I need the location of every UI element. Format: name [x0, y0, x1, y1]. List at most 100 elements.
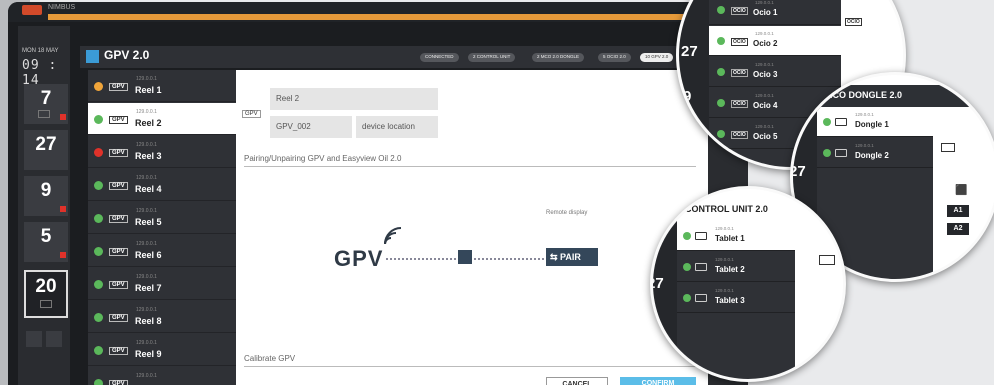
reel-list-item[interactable]: GPV 129.0.0.1 Reel 4: [88, 169, 236, 201]
connection-line: [386, 258, 456, 260]
control-side-area: [795, 221, 843, 379]
reel-name: Reel 7: [135, 283, 162, 293]
pair-button[interactable]: ⇆ PAIR: [546, 248, 598, 266]
ocio-list-item[interactable]: OCIO 129.0.0.1 Ocio 1: [709, 0, 841, 25]
tablet-list-item[interactable]: 129.0.0.1 Tablet 2: [677, 252, 795, 282]
link-icon: [458, 250, 472, 264]
ip-address: 129.0.0.1: [855, 143, 874, 148]
reel-list-item[interactable]: GPV 129.0.0.1 Reel 1: [88, 70, 236, 102]
reel-list: GPV 129.0.0.1 Reel 1 GPV 129.0.0.1 Reel 2 GPV 1…: [88, 70, 236, 385]
ocio-list-item[interactable]: OCIO 129.0.0.1 Ocio 2: [709, 26, 841, 56]
tablet-icon: [819, 255, 835, 265]
status-pill[interactable]: 5 OCIO 2.0: [598, 53, 631, 62]
pair-label: PAIR: [560, 252, 581, 262]
cancel-button[interactable]: CANCEL: [546, 377, 608, 385]
device-name: Ocio 3: [753, 70, 778, 79]
reel-name: Reel 6: [135, 250, 162, 260]
ip-address: 129.0.0.1: [755, 93, 774, 98]
device-location-field[interactable]: device location: [356, 116, 438, 138]
device-id-field[interactable]: GPV_002: [270, 116, 352, 138]
day-tile-selected[interactable]: 20: [24, 270, 68, 318]
reel-list-item[interactable]: GPV 129.0.0.1: [88, 367, 236, 385]
status-dot: [94, 247, 103, 256]
status-dot: [717, 37, 725, 45]
device-name: Tablet 3: [715, 296, 745, 305]
reel-list-item[interactable]: GPV 129.0.0.1 Reel 9: [88, 334, 236, 366]
divider: [244, 366, 696, 367]
reel-list-item[interactable]: GPV 129.0.0.1 Reel 3: [88, 136, 236, 168]
device-name: Dongle 2: [855, 151, 889, 160]
status-pill-active[interactable]: 10 GPV 2.0: [640, 53, 674, 62]
monitor-icon: [40, 300, 52, 308]
day-number: 27: [35, 134, 57, 155]
device-tag: OCIO: [731, 38, 748, 46]
tablet-icon: [695, 294, 707, 302]
ip-address: 129.0.0.1: [136, 142, 157, 148]
ip-address: 129.0.0.1: [715, 257, 734, 262]
ip-address: 129.0.0.1: [136, 373, 157, 379]
status-dot: [94, 148, 103, 157]
status-pill[interactable]: CONNECTED: [420, 53, 459, 62]
day-number: 5: [40, 226, 52, 247]
alert-badge: [60, 114, 66, 120]
status-dot: [94, 214, 103, 223]
ip-address: 129.0.0.1: [136, 109, 157, 115]
status-pill[interactable]: 2 MCO 2.0 DONGLE: [532, 53, 585, 62]
dongle-list-item[interactable]: 129.0.0.1 Dongle 2: [817, 138, 933, 168]
status-dot: [94, 181, 103, 190]
tablet-list-item[interactable]: 129.0.0.1 Tablet 1: [677, 221, 795, 251]
reel-list-item[interactable]: GPV 129.0.0.1 Reel 5: [88, 202, 236, 234]
dongle-icon: [835, 149, 847, 157]
a2-button[interactable]: A2: [947, 223, 969, 235]
tablet-list-item[interactable]: 129.0.0.1 Tablet 3: [677, 283, 795, 313]
reel-name: Reel 3: [135, 151, 162, 161]
device-type-tag: GPV: [242, 110, 261, 118]
reel-list-item[interactable]: GPV 129.0.0.1 Reel 2: [88, 103, 236, 135]
control-unit-zoom-panel: 27 CONTROL UNIT 2.0 129.0.0.1Tablet 1129…: [650, 186, 846, 382]
status-pill[interactable]: 2 CONTROL UNIT: [468, 53, 516, 62]
day-tile[interactable]: 9: [24, 176, 68, 216]
divider: [244, 166, 696, 167]
reel-name: Reel 9: [135, 349, 162, 359]
reel-name: Reel 8: [135, 316, 162, 326]
reel-list-item[interactable]: GPV 129.0.0.1 Reel 8: [88, 301, 236, 333]
control-list: 129.0.0.1 Tablet 1 129.0.0.1 Tablet 2 129.0.…: [677, 221, 795, 379]
alert-badge: [60, 252, 66, 258]
date-label: MON 18 MAY: [22, 48, 59, 54]
device-icon: [941, 143, 955, 152]
gpv-icon: [86, 50, 99, 63]
ip-address: 129.0.0.1: [136, 307, 157, 313]
calibrate-section-title: Calibrate GPV: [244, 354, 296, 363]
device-name: Ocio 4: [753, 101, 778, 110]
ip-address: 129.0.0.1: [136, 208, 157, 214]
day-tile[interactable]: 27: [24, 130, 68, 170]
day-tile[interactable]: 5: [24, 222, 68, 262]
status-dot: [717, 130, 725, 138]
a1-button[interactable]: A1: [947, 205, 969, 217]
device-tag: GPV: [109, 248, 128, 256]
device-name: Tablet 2: [715, 265, 745, 274]
status-dot: [717, 99, 725, 107]
dongle-list-item[interactable]: 129.0.0.1 Dongle 1: [817, 107, 933, 137]
gpv-wordmark: GPV: [334, 246, 384, 271]
status-dot: [717, 6, 725, 14]
device-tag: OCIO: [731, 131, 748, 139]
dongle-icon: [835, 118, 847, 126]
device-tag: GPV: [109, 182, 128, 190]
reel-list-item[interactable]: GPV 129.0.0.1 Reel 7: [88, 268, 236, 300]
edit-icon[interactable]: [26, 331, 42, 347]
day-tile[interactable]: 7: [24, 84, 68, 124]
device-name-field[interactable]: Reel 2: [270, 88, 438, 110]
ip-address: 129.0.0.1: [755, 62, 774, 67]
calendar-sidebar: MON 18 MAY 09 : 14 7 27 9 5 20: [18, 26, 70, 385]
tablet-icon: [695, 263, 707, 271]
connection-line: [474, 258, 544, 260]
close-icon[interactable]: [46, 331, 62, 347]
alert-badge: [60, 206, 66, 212]
reel-name: Reel 4: [135, 184, 162, 194]
device-tag: GPV: [109, 116, 128, 124]
reel-list-item[interactable]: GPV 129.0.0.1 Reel 6: [88, 235, 236, 267]
reel-name: Reel 5: [135, 217, 162, 227]
ocio-list-item[interactable]: OCIO 129.0.0.1 Ocio 3: [709, 57, 841, 87]
panel-title: MCO DONGLE 2.0: [825, 90, 903, 100]
